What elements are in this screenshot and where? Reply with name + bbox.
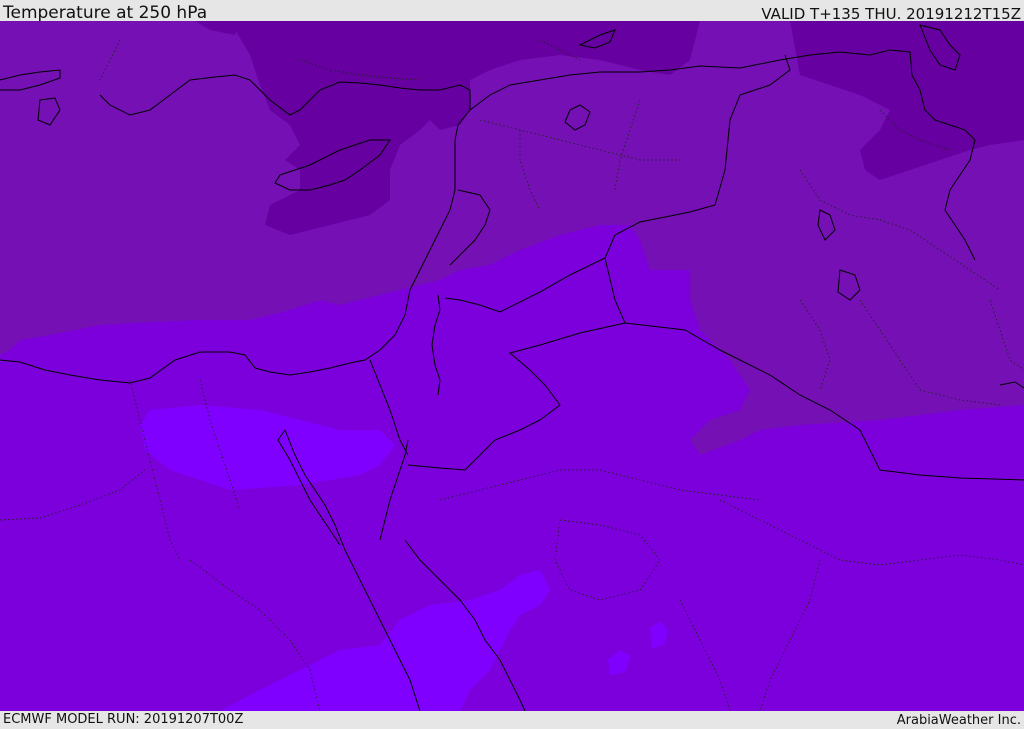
credit-label: ArabiaWeather Inc. bbox=[896, 713, 1021, 728]
header-bar: Temperature at 250 hPa VALID T+135 THU. … bbox=[0, 0, 1024, 23]
model-run-label: ECMWF MODEL RUN: 20191207T00Z bbox=[3, 712, 244, 727]
weather-map[interactable] bbox=[0, 21, 1024, 711]
footer-bar: ECMWF MODEL RUN: 20191207T00Z ArabiaWeat… bbox=[0, 711, 1024, 729]
map-title: Temperature at 250 hPa bbox=[3, 3, 208, 23]
